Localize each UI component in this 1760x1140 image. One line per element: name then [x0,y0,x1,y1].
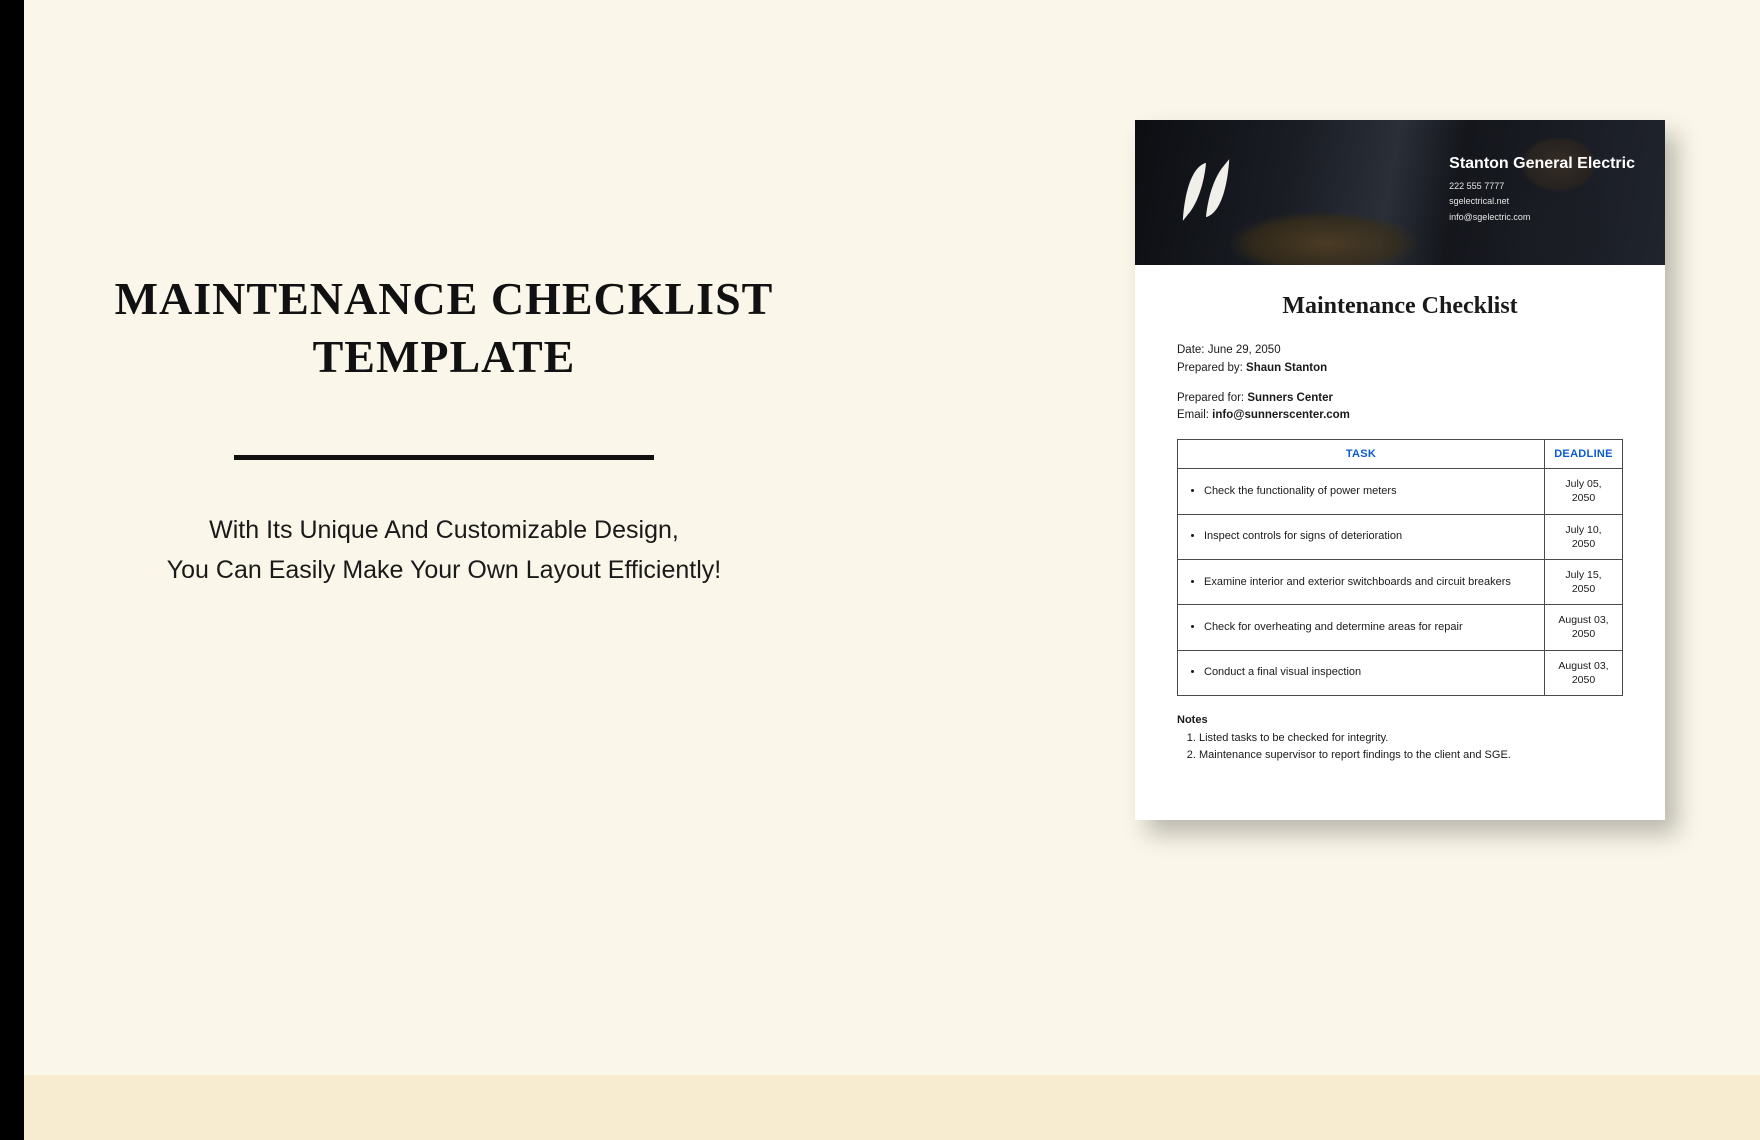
bottom-accent-strip [24,1075,1760,1140]
title-line-1: MAINTENANCE CHECKLIST [115,273,774,324]
notes-list: Listed tasks to be checked for integrity… [1177,730,1623,764]
deadline-cell: July 10, 2050 [1545,514,1623,559]
prepared-for-line: Prepared for: Sunners Center [1177,390,1623,408]
prepared-by-line: Prepared by: Shaun Stanton [1177,360,1623,378]
deadline-header: DEADLINE [1545,440,1623,469]
left-black-bar [0,0,24,1140]
task-cell: Inspect controls for signs of deteriorat… [1178,514,1545,559]
table-row: Check the functionality of power meters … [1178,469,1623,514]
meta-group-author: Date: June 29, 2050 Prepared by: Shaun S… [1177,342,1623,378]
notes-title: Notes [1177,714,1623,726]
task-text: Check for overheating and determine area… [1204,620,1536,635]
prepared-by-value: Shaun Stanton [1246,362,1327,374]
task-text: Check the functionality of power meters [1204,484,1536,499]
prepared-by-label: Prepared by: [1177,362,1246,374]
document-title: Maintenance Checklist [1177,293,1623,320]
company-name: Stanton General Electric [1449,155,1635,173]
date-value: June 29, 2050 [1208,344,1281,356]
client-email-line: Email: info@sunnerscenter.com [1177,407,1623,425]
table-row: Conduct a final visual inspection August… [1178,650,1623,695]
task-header: TASK [1178,440,1545,469]
client-email-label: Email: [1177,409,1212,421]
notes-section: Notes Listed tasks to be checked for int… [1177,714,1623,764]
meta-group-client: Prepared for: Sunners Center Email: info… [1177,390,1623,426]
task-text: Inspect controls for signs of deteriorat… [1204,529,1536,544]
task-text: Examine interior and exterior switchboar… [1204,575,1536,590]
deadline-cell: August 03, 2050 [1545,650,1623,695]
title-divider [234,455,654,460]
company-phone: 222 555 7777 [1449,179,1635,194]
document-preview: Stanton General Electric 222 555 7777 sg… [1135,120,1665,820]
subtitle-line-1: With Its Unique And Customizable Design, [209,516,679,544]
table-row: Examine interior and exterior switchboar… [1178,559,1623,604]
subtitle-line-2: You Can Easily Make Your Own Layout Effi… [167,556,722,584]
title-line-2: TEMPLATE [313,331,576,382]
table-row: Check for overheating and determine area… [1178,605,1623,650]
company-logo-icon [1177,155,1235,225]
client-email-value: info@sunnerscenter.com [1212,409,1350,421]
date-label: Date: [1177,344,1208,356]
page-subtitle: With Its Unique And Customizable Design,… [84,510,804,590]
company-email: info@sgelectric.com [1449,210,1635,225]
notes-item: Maintenance supervisor to report finding… [1199,747,1623,764]
task-text: Conduct a final visual inspection [1204,665,1536,680]
task-cell: Check the functionality of power meters [1178,469,1545,514]
notes-item: Listed tasks to be checked for integrity… [1199,730,1623,747]
canvas: MAINTENANCE CHECKLIST TEMPLATE With Its … [24,0,1760,1140]
task-cell: Conduct a final visual inspection [1178,650,1545,695]
marketing-copy: MAINTENANCE CHECKLIST TEMPLATE With Its … [84,270,804,590]
tasks-table: TASK DEADLINE Check the functionality of… [1177,439,1623,696]
task-cell: Examine interior and exterior switchboar… [1178,559,1545,604]
deadline-cell: August 03, 2050 [1545,605,1623,650]
document-hero: Stanton General Electric 222 555 7777 sg… [1135,120,1665,265]
prepared-for-value: Sunners Center [1247,392,1333,404]
company-site: sgelectrical.net [1449,194,1635,209]
deadline-cell: July 05, 2050 [1545,469,1623,514]
date-line: Date: June 29, 2050 [1177,342,1623,360]
task-cell: Check for overheating and determine area… [1178,605,1545,650]
deadline-cell: July 15, 2050 [1545,559,1623,604]
company-info: Stanton General Electric 222 555 7777 sg… [1449,155,1635,225]
table-row: Inspect controls for signs of deteriorat… [1178,514,1623,559]
page-title: MAINTENANCE CHECKLIST TEMPLATE [84,270,804,385]
table-header-row: TASK DEADLINE [1178,440,1623,469]
document-body: Maintenance Checklist Date: June 29, 205… [1135,265,1665,764]
prepared-for-label: Prepared for: [1177,392,1247,404]
